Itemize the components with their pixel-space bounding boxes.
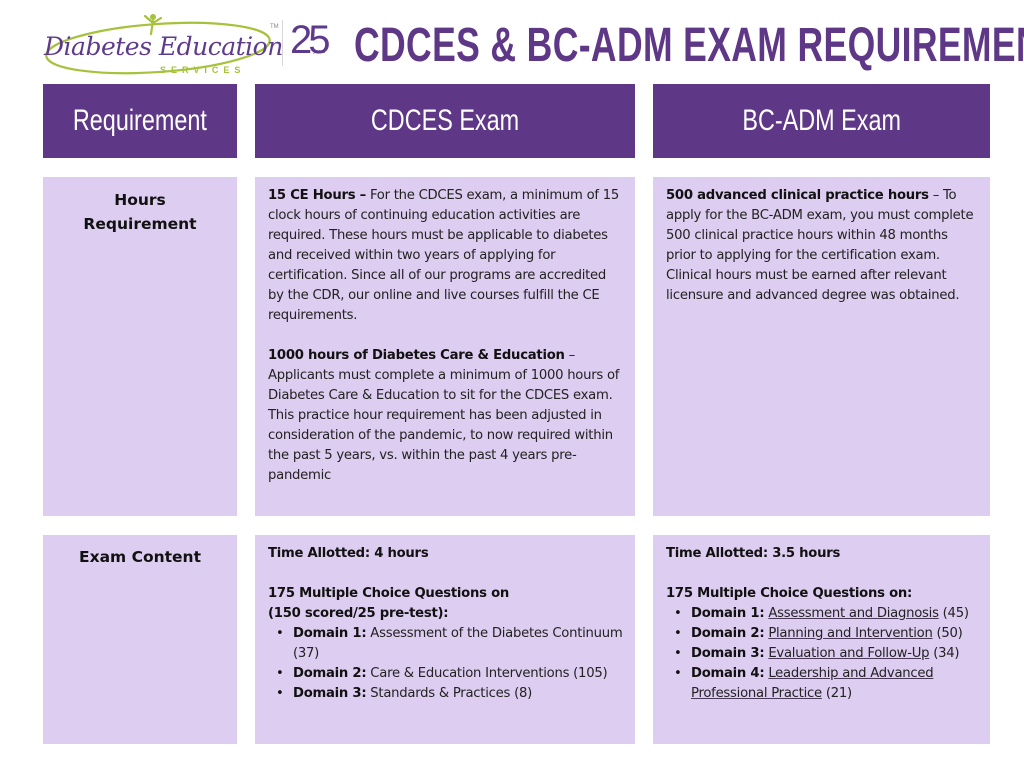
domain-label: Domain 1: <box>293 626 367 641</box>
bcadm-practice-hours-paragraph: 500 advanced clinical practice hours – T… <box>666 186 978 306</box>
logo-wordmark: Diabetes Education <box>44 32 283 61</box>
domain-link-planning[interactable]: Planning and Intervention <box>768 626 933 641</box>
logo-subtitle: SERVICES <box>160 65 246 75</box>
cdces-ce-hours-paragraph: 15 CE Hours – For the CDCES exam, a mini… <box>268 186 623 326</box>
row-label-content: Exam Content <box>43 535 237 744</box>
domain-label: Domain 3: <box>293 686 367 701</box>
domain-count: (37) <box>293 646 320 661</box>
brand-logo: Diabetes Education SERVICES TM <box>40 10 283 78</box>
domain-label: Domain 2: <box>293 666 367 681</box>
cdces-content-cell: Time Allotted: 4 hours 175 Multiple Choi… <box>255 535 635 744</box>
bcadm-time-allotted: Time Allotted: 3.5 hours <box>666 546 841 561</box>
cdces-time-allotted: Time Allotted: 4 hours <box>268 546 429 561</box>
cdces-domain-item: Domain 3: Standards & Practices (8) <box>276 684 623 704</box>
domain-count: (8) <box>510 686 533 701</box>
domain-link-evaluation[interactable]: Evaluation and Follow-Up <box>768 646 929 661</box>
column-header-requirement: Requirement <box>43 84 237 158</box>
cdces-domain-list: Domain 1: Assessment of the Diabetes Con… <box>268 624 623 704</box>
anniversary-number: 25 <box>290 18 330 62</box>
domain-text: Care & Education Interventions <box>366 666 570 681</box>
column-header-bcadm: BC-ADM Exam <box>653 84 990 158</box>
cdces-practice-hours-text: – Applicants must complete a minimum of … <box>268 348 620 483</box>
domain-count: (105) <box>569 666 608 681</box>
bcadm-practice-hours-heading: 500 advanced clinical practice hours <box>666 188 929 203</box>
column-header-cdces-label: CDCES Exam <box>370 104 520 137</box>
row-label-hours-line2: Requirement <box>83 215 197 233</box>
domain-link-assessment[interactable]: Assessment and Diagnosis <box>768 606 939 621</box>
column-header-cdces: CDCES Exam <box>255 84 635 158</box>
bcadm-hours-cell: 500 advanced clinical practice hours – T… <box>653 177 990 516</box>
column-header-requirement-label: Requirement <box>73 104 207 137</box>
banner-divider <box>282 20 283 66</box>
domain-count: (21) <box>821 686 852 701</box>
row-label-hours: Hours Requirement <box>43 177 237 516</box>
cdces-questions-line2: (150 scored/25 pre-test): <box>268 606 449 621</box>
row-label-hours-line1: Hours <box>114 191 166 209</box>
page-title: CDCES & BC-ADM EXAM REQUIREMENTS <box>354 19 1024 72</box>
cdces-questions-line1: 175 Multiple Choice Questions on <box>268 586 510 601</box>
bcadm-practice-hours-text: – To apply for the BC-ADM exam, you must… <box>666 188 974 303</box>
bcadm-content-cell: Time Allotted: 3.5 hours 175 Multiple Ch… <box>653 535 990 744</box>
domain-count: (34) <box>929 646 960 661</box>
bcadm-domain-list: Domain 1: Assessment and Diagnosis (45) … <box>666 604 978 704</box>
cdces-practice-hours-paragraph: 1000 hours of Diabetes Care & Education … <box>268 346 623 486</box>
bcadm-domain-item: Domain 4: Leadership and Advanced Profes… <box>674 664 978 704</box>
domain-label: Domain 4: <box>691 666 765 681</box>
domain-label: Domain 2: <box>691 626 765 641</box>
cdces-ce-hours-heading: 15 CE Hours – <box>268 188 366 203</box>
bcadm-domain-item: Domain 3: Evaluation and Follow-Up (34) <box>674 644 978 664</box>
domain-text: Assessment of the Diabetes Continuum <box>366 626 623 641</box>
row-label-content-text: Exam Content <box>78 548 202 566</box>
domain-count: (50) <box>932 626 963 641</box>
bcadm-questions-line1: 175 Multiple Choice Questions on: <box>666 586 913 601</box>
cdces-ce-hours-text: For the CDCES exam, a minimum of 15 cloc… <box>268 188 620 323</box>
domain-text: Standards & Practices <box>366 686 511 701</box>
domain-count: (45) <box>938 606 969 621</box>
bcadm-domain-item: Domain 2: Planning and Intervention (50) <box>674 624 978 644</box>
trademark-mark: TM <box>270 24 279 30</box>
column-header-bcadm-label: BC-ADM Exam <box>742 104 901 137</box>
anniversary-label: years <box>313 49 326 55</box>
domain-label: Domain 3: <box>691 646 765 661</box>
cdces-domain-item: Domain 2: Care & Education Interventions… <box>276 664 623 684</box>
anniversary-badge: 25 years <box>290 18 338 66</box>
cdces-practice-hours-heading: 1000 hours of Diabetes Care & Education <box>268 348 565 363</box>
domain-label: Domain 1: <box>691 606 765 621</box>
bcadm-domain-item: Domain 1: Assessment and Diagnosis (45) <box>674 604 978 624</box>
cdces-hours-cell: 15 CE Hours – For the CDCES exam, a mini… <box>255 177 635 516</box>
cdces-domain-item: Domain 1: Assessment of the Diabetes Con… <box>276 624 623 664</box>
